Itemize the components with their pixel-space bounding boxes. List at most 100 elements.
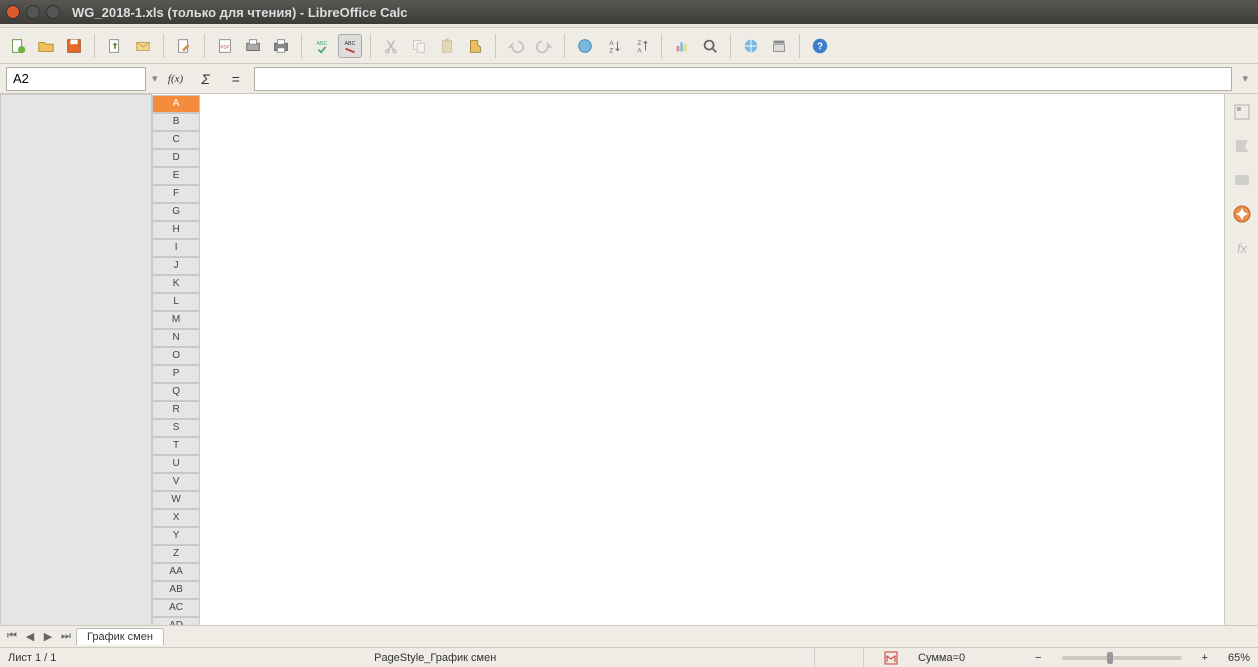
page-style-indicator: PageStyle_График смен	[374, 652, 496, 664]
spellcheck-abc-button[interactable]: ABC	[310, 34, 334, 58]
svg-text:Z: Z	[609, 47, 613, 54]
formula-bar: ▾ f(x) Σ = ▾	[0, 64, 1258, 94]
print-preview-button[interactable]	[241, 34, 265, 58]
sheet-tab[interactable]: График смен	[76, 628, 164, 645]
tab-prev-button[interactable]: ◀	[22, 629, 38, 645]
svg-text:?: ?	[817, 41, 823, 52]
save-status-icon	[884, 651, 898, 665]
cell-reference-input[interactable]	[6, 67, 146, 91]
status-bar: Лист 1 / 1 PageStyle_График смен Сумма=0…	[0, 647, 1258, 667]
spreadsheet-grid[interactable]: ABCDEFGHIJKLMNOPQRSTUVWXYZAAABACADAEAFAG…	[0, 94, 1224, 625]
column-header[interactable]: T	[152, 437, 200, 455]
svg-text:A: A	[637, 47, 642, 54]
insert-mode-indicator[interactable]	[814, 648, 864, 667]
redo-button[interactable]	[532, 34, 556, 58]
zoom-out-button[interactable]: −	[1035, 652, 1041, 664]
column-header[interactable]: N	[152, 329, 200, 347]
email-button[interactable]	[131, 34, 155, 58]
help-button[interactable]: ?	[808, 34, 832, 58]
column-header[interactable]: A	[152, 95, 200, 113]
window-minimize-icon[interactable]	[26, 5, 40, 19]
window-title: WG_2018-1.xls (только для чтения) - Libr…	[72, 5, 408, 20]
column-header[interactable]: L	[152, 293, 200, 311]
column-header[interactable]: J	[152, 257, 200, 275]
tab-first-button[interactable]: ⏮	[4, 629, 20, 645]
zoom-slider[interactable]	[1062, 656, 1182, 660]
zoom-level[interactable]: 65%	[1228, 652, 1250, 664]
paste-button[interactable]	[435, 34, 459, 58]
zoom-in-button[interactable]: +	[1202, 652, 1208, 664]
svg-text:ABC: ABC	[344, 41, 355, 47]
svg-text:PDF: PDF	[221, 44, 230, 49]
hyperlink-button[interactable]	[573, 34, 597, 58]
sort-asc-button[interactable]: AZ	[601, 34, 625, 58]
column-header[interactable]: X	[152, 509, 200, 527]
column-header[interactable]: AD	[152, 617, 200, 626]
undo-button[interactable]	[504, 34, 528, 58]
new-doc-button[interactable]	[6, 34, 30, 58]
cut-button[interactable]	[379, 34, 403, 58]
edit-mode-button[interactable]	[172, 34, 196, 58]
main-toolbar: PDF ABC ABC AZ ZA ?	[0, 28, 1258, 64]
column-header[interactable]: Y	[152, 527, 200, 545]
function-wizard-button[interactable]: f(x)	[164, 67, 188, 91]
save-button[interactable]	[62, 34, 86, 58]
svg-text:A: A	[609, 40, 614, 47]
column-header[interactable]: H	[152, 221, 200, 239]
sidebar: fx	[1224, 94, 1258, 625]
sidebar-gallery-icon[interactable]	[1230, 168, 1254, 192]
column-header[interactable]: Z	[152, 545, 200, 563]
sidebar-functions-icon[interactable]: fx	[1230, 236, 1254, 260]
spellcheck-auto-button[interactable]: ABC	[338, 34, 362, 58]
export-button[interactable]	[103, 34, 127, 58]
column-header[interactable]: P	[152, 365, 200, 383]
sidebar-navigator-icon[interactable]	[1230, 202, 1254, 226]
window-close-icon[interactable]	[6, 5, 20, 19]
column-header[interactable]: AB	[152, 581, 200, 599]
column-header[interactable]: AC	[152, 599, 200, 617]
open-button[interactable]	[34, 34, 58, 58]
column-header[interactable]: Q	[152, 383, 200, 401]
tab-next-button[interactable]: ▶	[40, 629, 56, 645]
column-header[interactable]: B	[152, 113, 200, 131]
column-header[interactable]: F	[152, 185, 200, 203]
sidebar-properties-icon[interactable]	[1230, 100, 1254, 124]
tab-last-button[interactable]: ⏭	[58, 629, 74, 645]
clone-format-button[interactable]	[463, 34, 487, 58]
window-titlebar: WG_2018-1.xls (только для чтения) - Libr…	[0, 0, 1258, 24]
column-header[interactable]: I	[152, 239, 200, 257]
column-header[interactable]: S	[152, 419, 200, 437]
chart-button[interactable]	[670, 34, 694, 58]
sort-desc-button[interactable]: ZA	[629, 34, 653, 58]
sheet-indicator: Лист 1 / 1	[8, 652, 56, 664]
find-button[interactable]	[698, 34, 722, 58]
column-header[interactable]: O	[152, 347, 200, 365]
column-header[interactable]: U	[152, 455, 200, 473]
print-button[interactable]	[269, 34, 293, 58]
sum-indicator: Сумма=0	[918, 652, 965, 664]
sheet-tab-bar: ⏮ ◀ ▶ ⏭ График смен	[0, 625, 1258, 647]
column-header[interactable]: AA	[152, 563, 200, 581]
sidebar-styles-icon[interactable]	[1230, 134, 1254, 158]
select-all-corner[interactable]	[1, 95, 152, 626]
column-header[interactable]: E	[152, 167, 200, 185]
headers-button[interactable]	[767, 34, 791, 58]
column-header[interactable]: C	[152, 131, 200, 149]
sum-button[interactable]: Σ	[194, 67, 218, 91]
column-header[interactable]: K	[152, 275, 200, 293]
copy-button[interactable]	[407, 34, 431, 58]
svg-text:ABC: ABC	[316, 41, 327, 47]
formula-input[interactable]	[254, 67, 1233, 91]
column-header[interactable]: R	[152, 401, 200, 419]
column-header[interactable]: V	[152, 473, 200, 491]
equals-button[interactable]: =	[224, 67, 248, 91]
svg-text:fx: fx	[1236, 241, 1247, 256]
svg-text:Z: Z	[637, 40, 641, 47]
extension-button[interactable]	[739, 34, 763, 58]
column-header[interactable]: W	[152, 491, 200, 509]
window-maximize-icon[interactable]	[46, 5, 60, 19]
column-header[interactable]: D	[152, 149, 200, 167]
pdf-export-button[interactable]: PDF	[213, 34, 237, 58]
column-header[interactable]: G	[152, 203, 200, 221]
column-header[interactable]: M	[152, 311, 200, 329]
